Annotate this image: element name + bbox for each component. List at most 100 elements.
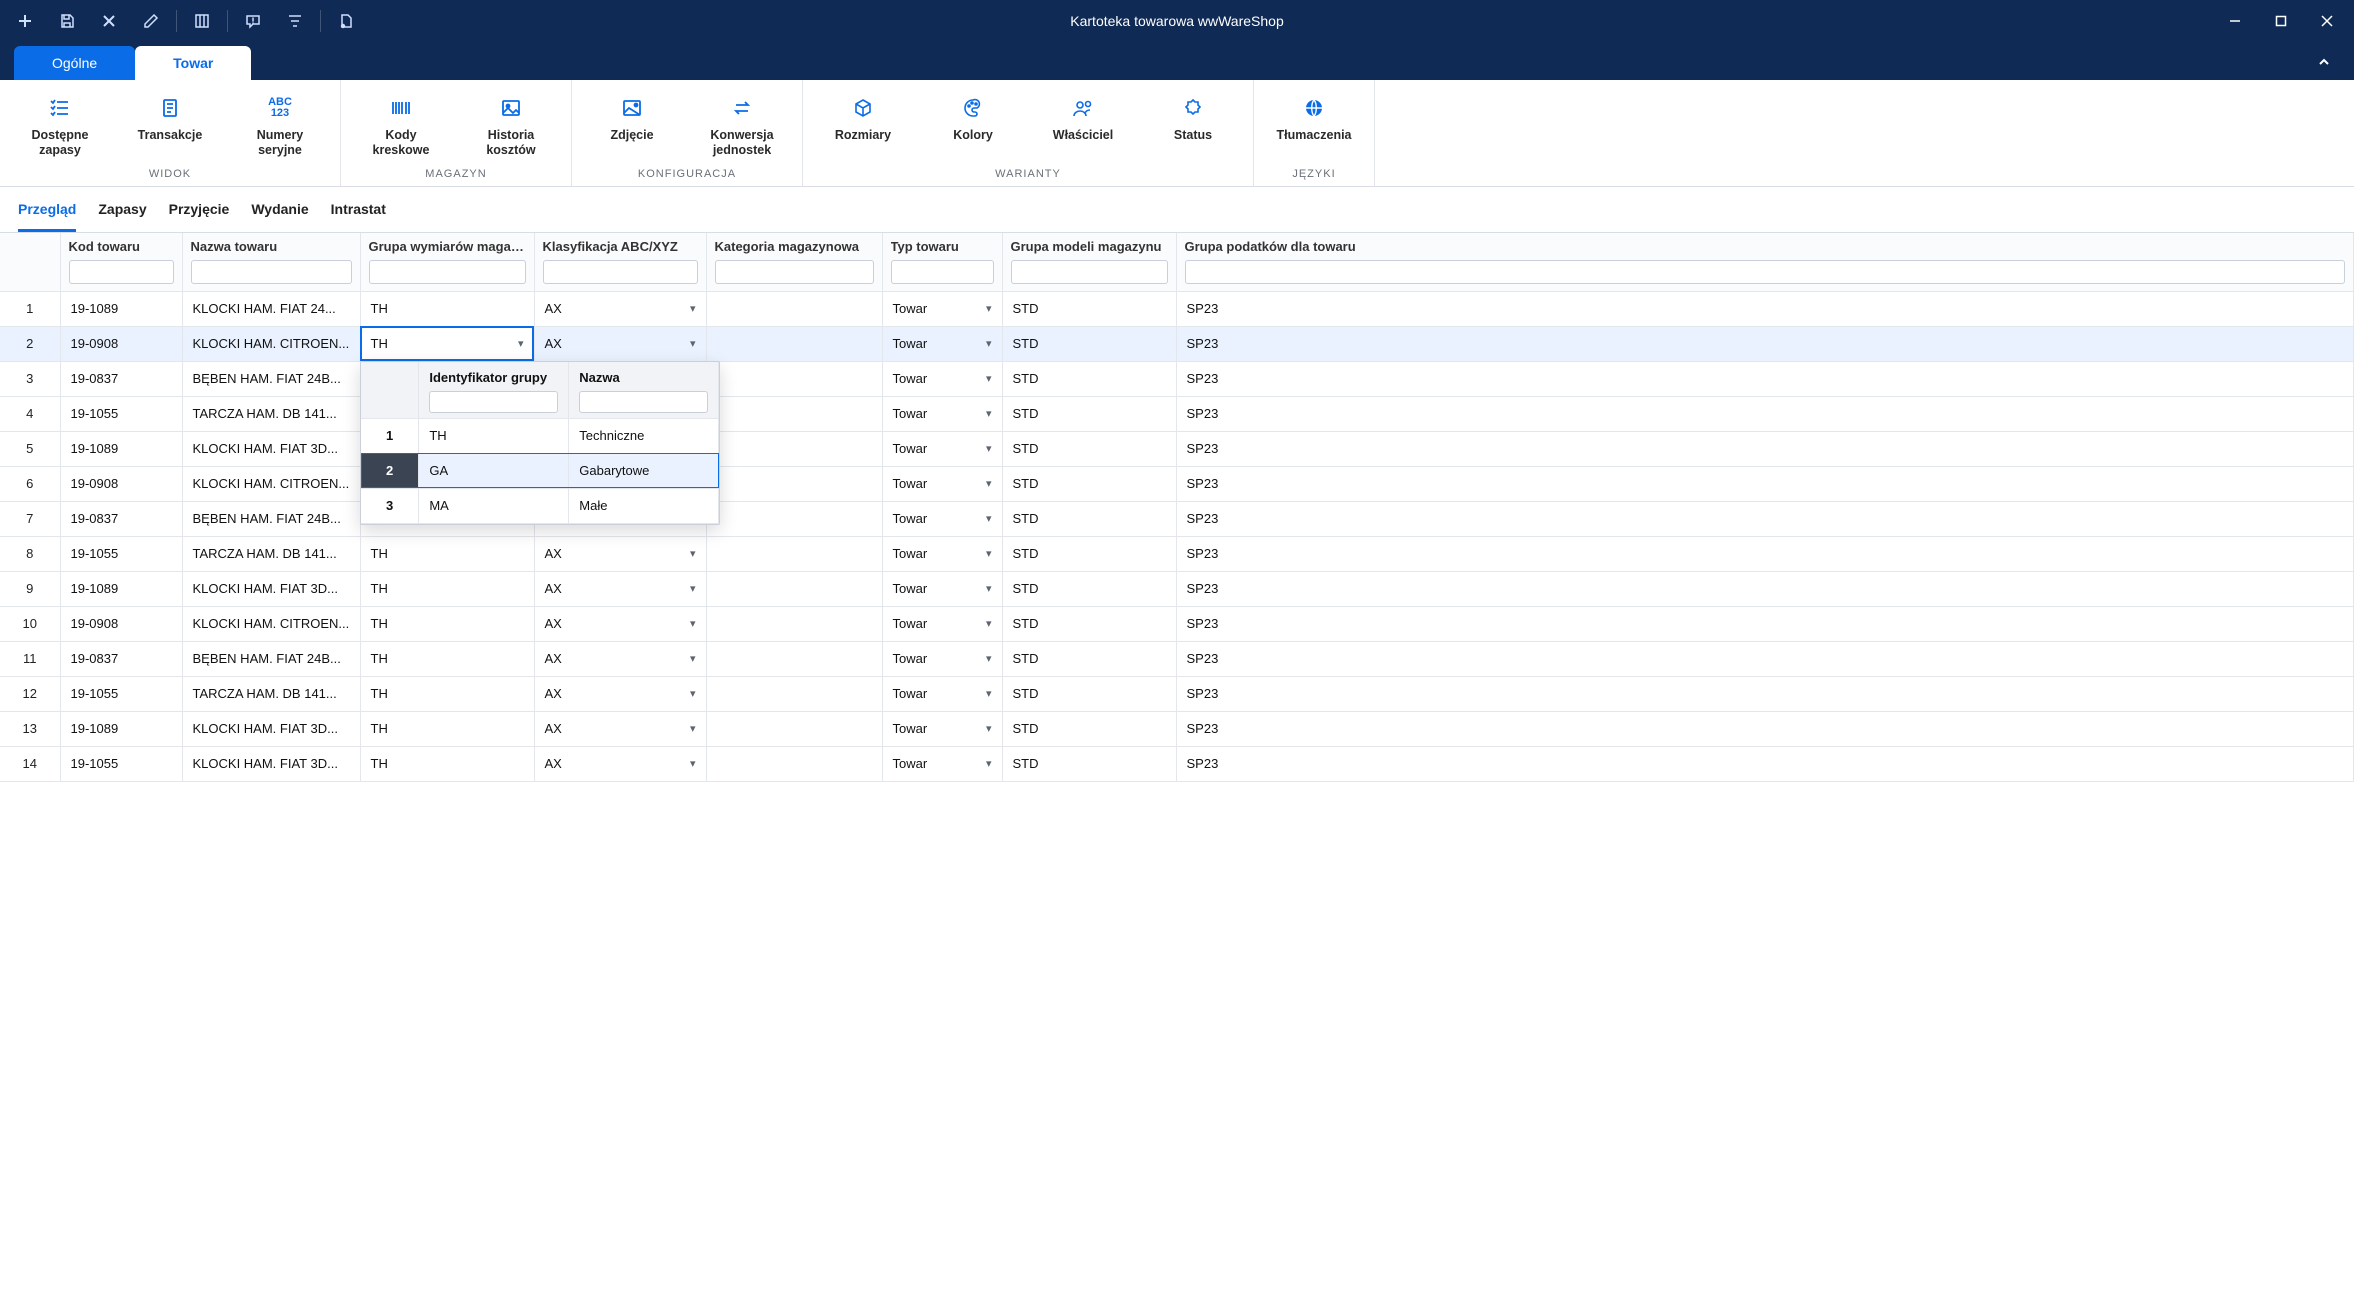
lookup-row[interactable]: 1THTechniczne xyxy=(361,418,719,453)
cell-grw[interactable]: TH xyxy=(360,641,534,676)
cell-kat[interactable] xyxy=(706,746,882,781)
cell-typ[interactable]: Towar▾ xyxy=(882,606,1002,641)
lookup-filter-input[interactable] xyxy=(579,391,708,413)
cell-typ[interactable]: Towar▾ xyxy=(882,501,1002,536)
cell-typ[interactable]: Towar▾ xyxy=(882,431,1002,466)
column-header[interactable]: Grupa podatków dla towaru xyxy=(1176,233,2354,291)
cell-naz[interactable]: KLOCKI HAM. FIAT 3D... xyxy=(182,711,360,746)
row-number[interactable]: 6 xyxy=(0,466,60,501)
cell-pod[interactable]: SP23 xyxy=(1176,641,2354,676)
row-number[interactable]: 11 xyxy=(0,641,60,676)
ribbon-item-zdjęcie[interactable]: Zdjęcie xyxy=(580,90,684,162)
cell-grw[interactable]: TH xyxy=(360,606,534,641)
cell-typ[interactable]: Towar▾ xyxy=(882,641,1002,676)
window-minimize-button[interactable] xyxy=(2212,0,2258,42)
cell-naz[interactable]: KLOCKI HAM. CITROEN... xyxy=(182,466,360,501)
lookup-popup[interactable]: Identyfikator grupyNazwa 1THTechniczne2G… xyxy=(360,361,720,525)
cell-abc[interactable]: AX▾ xyxy=(534,291,706,326)
window-maximize-button[interactable] xyxy=(2258,0,2304,42)
table-row[interactable]: 1019-0908KLOCKI HAM. CITROEN...THAX▾Towa… xyxy=(0,606,2354,641)
column-header[interactable]: Nazwa towaru xyxy=(182,233,360,291)
table-row[interactable]: 319-0837BĘBEN HAM. FIAT 24B...▾Towar▾STD… xyxy=(0,361,2354,396)
cell-kod[interactable]: 19-1089 xyxy=(60,571,182,606)
cell-pod[interactable]: SP23 xyxy=(1176,396,2354,431)
toolbar-columns-button[interactable] xyxy=(181,0,223,42)
lookup-row[interactable]: 3MAMałe xyxy=(361,488,719,523)
cell-typ[interactable]: Towar▾ xyxy=(882,536,1002,571)
column-filter-input[interactable] xyxy=(191,260,352,284)
cell-kod[interactable]: 19-0837 xyxy=(60,501,182,536)
cell-mod[interactable]: STD xyxy=(1002,536,1176,571)
cell-typ[interactable]: Towar▾ xyxy=(882,711,1002,746)
toolbar-plus-button[interactable] xyxy=(4,0,46,42)
ribbon-item-konwersja-jednostek[interactable]: Konwersjajednostek xyxy=(690,90,794,162)
column-header[interactable]: Typ towaru xyxy=(882,233,1002,291)
cell-mod[interactable]: STD xyxy=(1002,571,1176,606)
column-filter-input[interactable] xyxy=(369,260,526,284)
cell-naz[interactable]: KLOCKI HAM. FIAT 24... xyxy=(182,291,360,326)
cell-grw[interactable]: TH▾ xyxy=(360,326,534,361)
cell-kod[interactable]: 19-1055 xyxy=(60,396,182,431)
row-number[interactable]: 10 xyxy=(0,606,60,641)
cell-kod[interactable]: 19-1089 xyxy=(60,431,182,466)
subtab-przyjęcie[interactable]: Przyjęcie xyxy=(169,201,230,232)
toolbar-close-button[interactable] xyxy=(88,0,130,42)
cell-naz[interactable]: BĘBEN HAM. FIAT 24B... xyxy=(182,501,360,536)
cell-mod[interactable]: STD xyxy=(1002,326,1176,361)
subtab-wydanie[interactable]: Wydanie xyxy=(251,201,308,232)
cell-mod[interactable]: STD xyxy=(1002,396,1176,431)
ribbon-item-historia-kosztów[interactable]: Historiakosztów xyxy=(459,90,563,162)
cell-kat[interactable] xyxy=(706,571,882,606)
cell-grw[interactable]: TH xyxy=(360,536,534,571)
column-filter-input[interactable] xyxy=(1185,260,2346,284)
cell-pod[interactable]: SP23 xyxy=(1176,606,2354,641)
column-header[interactable]: Grupa modeli magazynu xyxy=(1002,233,1176,291)
column-header[interactable]: Kategoria magazynowa xyxy=(706,233,882,291)
cell-kat[interactable] xyxy=(706,291,882,326)
cell-naz[interactable]: KLOCKI HAM. FIAT 3D... xyxy=(182,431,360,466)
row-number[interactable]: 14 xyxy=(0,746,60,781)
cell-pod[interactable]: SP23 xyxy=(1176,746,2354,781)
row-number[interactable]: 4 xyxy=(0,396,60,431)
column-header[interactable]: Klasyfikacja ABC/XYZ xyxy=(534,233,706,291)
cell-mod[interactable]: STD xyxy=(1002,431,1176,466)
cell-grw[interactable]: TH xyxy=(360,676,534,711)
cell-kat[interactable] xyxy=(706,641,882,676)
cell-pod[interactable]: SP23 xyxy=(1176,431,2354,466)
cell-pod[interactable]: SP23 xyxy=(1176,676,2354,711)
cell-pod[interactable]: SP23 xyxy=(1176,326,2354,361)
header-tab-towar[interactable]: Towar xyxy=(135,46,251,80)
column-filter-input[interactable] xyxy=(543,260,698,284)
cell-abc[interactable]: AX▾ xyxy=(534,641,706,676)
window-close-button[interactable] xyxy=(2304,0,2350,42)
cell-kod[interactable]: 19-1055 xyxy=(60,746,182,781)
cell-kat[interactable] xyxy=(706,536,882,571)
lookup-column-header[interactable]: Nazwa xyxy=(569,362,719,418)
cell-kat[interactable] xyxy=(706,361,882,396)
cell-kat[interactable] xyxy=(706,711,882,746)
row-number[interactable]: 3 xyxy=(0,361,60,396)
cell-grw[interactable]: TH xyxy=(360,571,534,606)
ribbon-item-rozmiary[interactable]: Rozmiary xyxy=(811,90,915,162)
cell-pod[interactable]: SP23 xyxy=(1176,536,2354,571)
cell-kat[interactable] xyxy=(706,501,882,536)
row-number[interactable]: 2 xyxy=(0,326,60,361)
cell-naz[interactable]: KLOCKI HAM. CITROEN... xyxy=(182,606,360,641)
ribbon-item-tłumaczenia[interactable]: Tłumaczenia xyxy=(1262,90,1366,162)
cell-grw[interactable]: TH xyxy=(360,291,534,326)
cell-naz[interactable]: TARCZA HAM. DB 141... xyxy=(182,676,360,711)
cell-kat[interactable] xyxy=(706,606,882,641)
toolbar-edit-button[interactable] xyxy=(130,0,172,42)
row-number[interactable]: 8 xyxy=(0,536,60,571)
table-row[interactable]: 419-1055TARCZA HAM. DB 141...▾Towar▾STDS… xyxy=(0,396,2354,431)
column-header[interactable]: Kod towaru xyxy=(60,233,182,291)
cell-abc[interactable]: AX▾ xyxy=(534,676,706,711)
cell-pod[interactable]: SP23 xyxy=(1176,466,2354,501)
cell-abc[interactable]: AX▾ xyxy=(534,746,706,781)
cell-naz[interactable]: TARCZA HAM. DB 141... xyxy=(182,396,360,431)
cell-mod[interactable]: STD xyxy=(1002,641,1176,676)
column-header[interactable]: Grupa wymiarów magaz... xyxy=(360,233,534,291)
lookup-filter-input[interactable] xyxy=(429,391,558,413)
ribbon-item-kody-kreskowe[interactable]: Kodykreskowe xyxy=(349,90,453,162)
column-filter-input[interactable] xyxy=(1011,260,1168,284)
